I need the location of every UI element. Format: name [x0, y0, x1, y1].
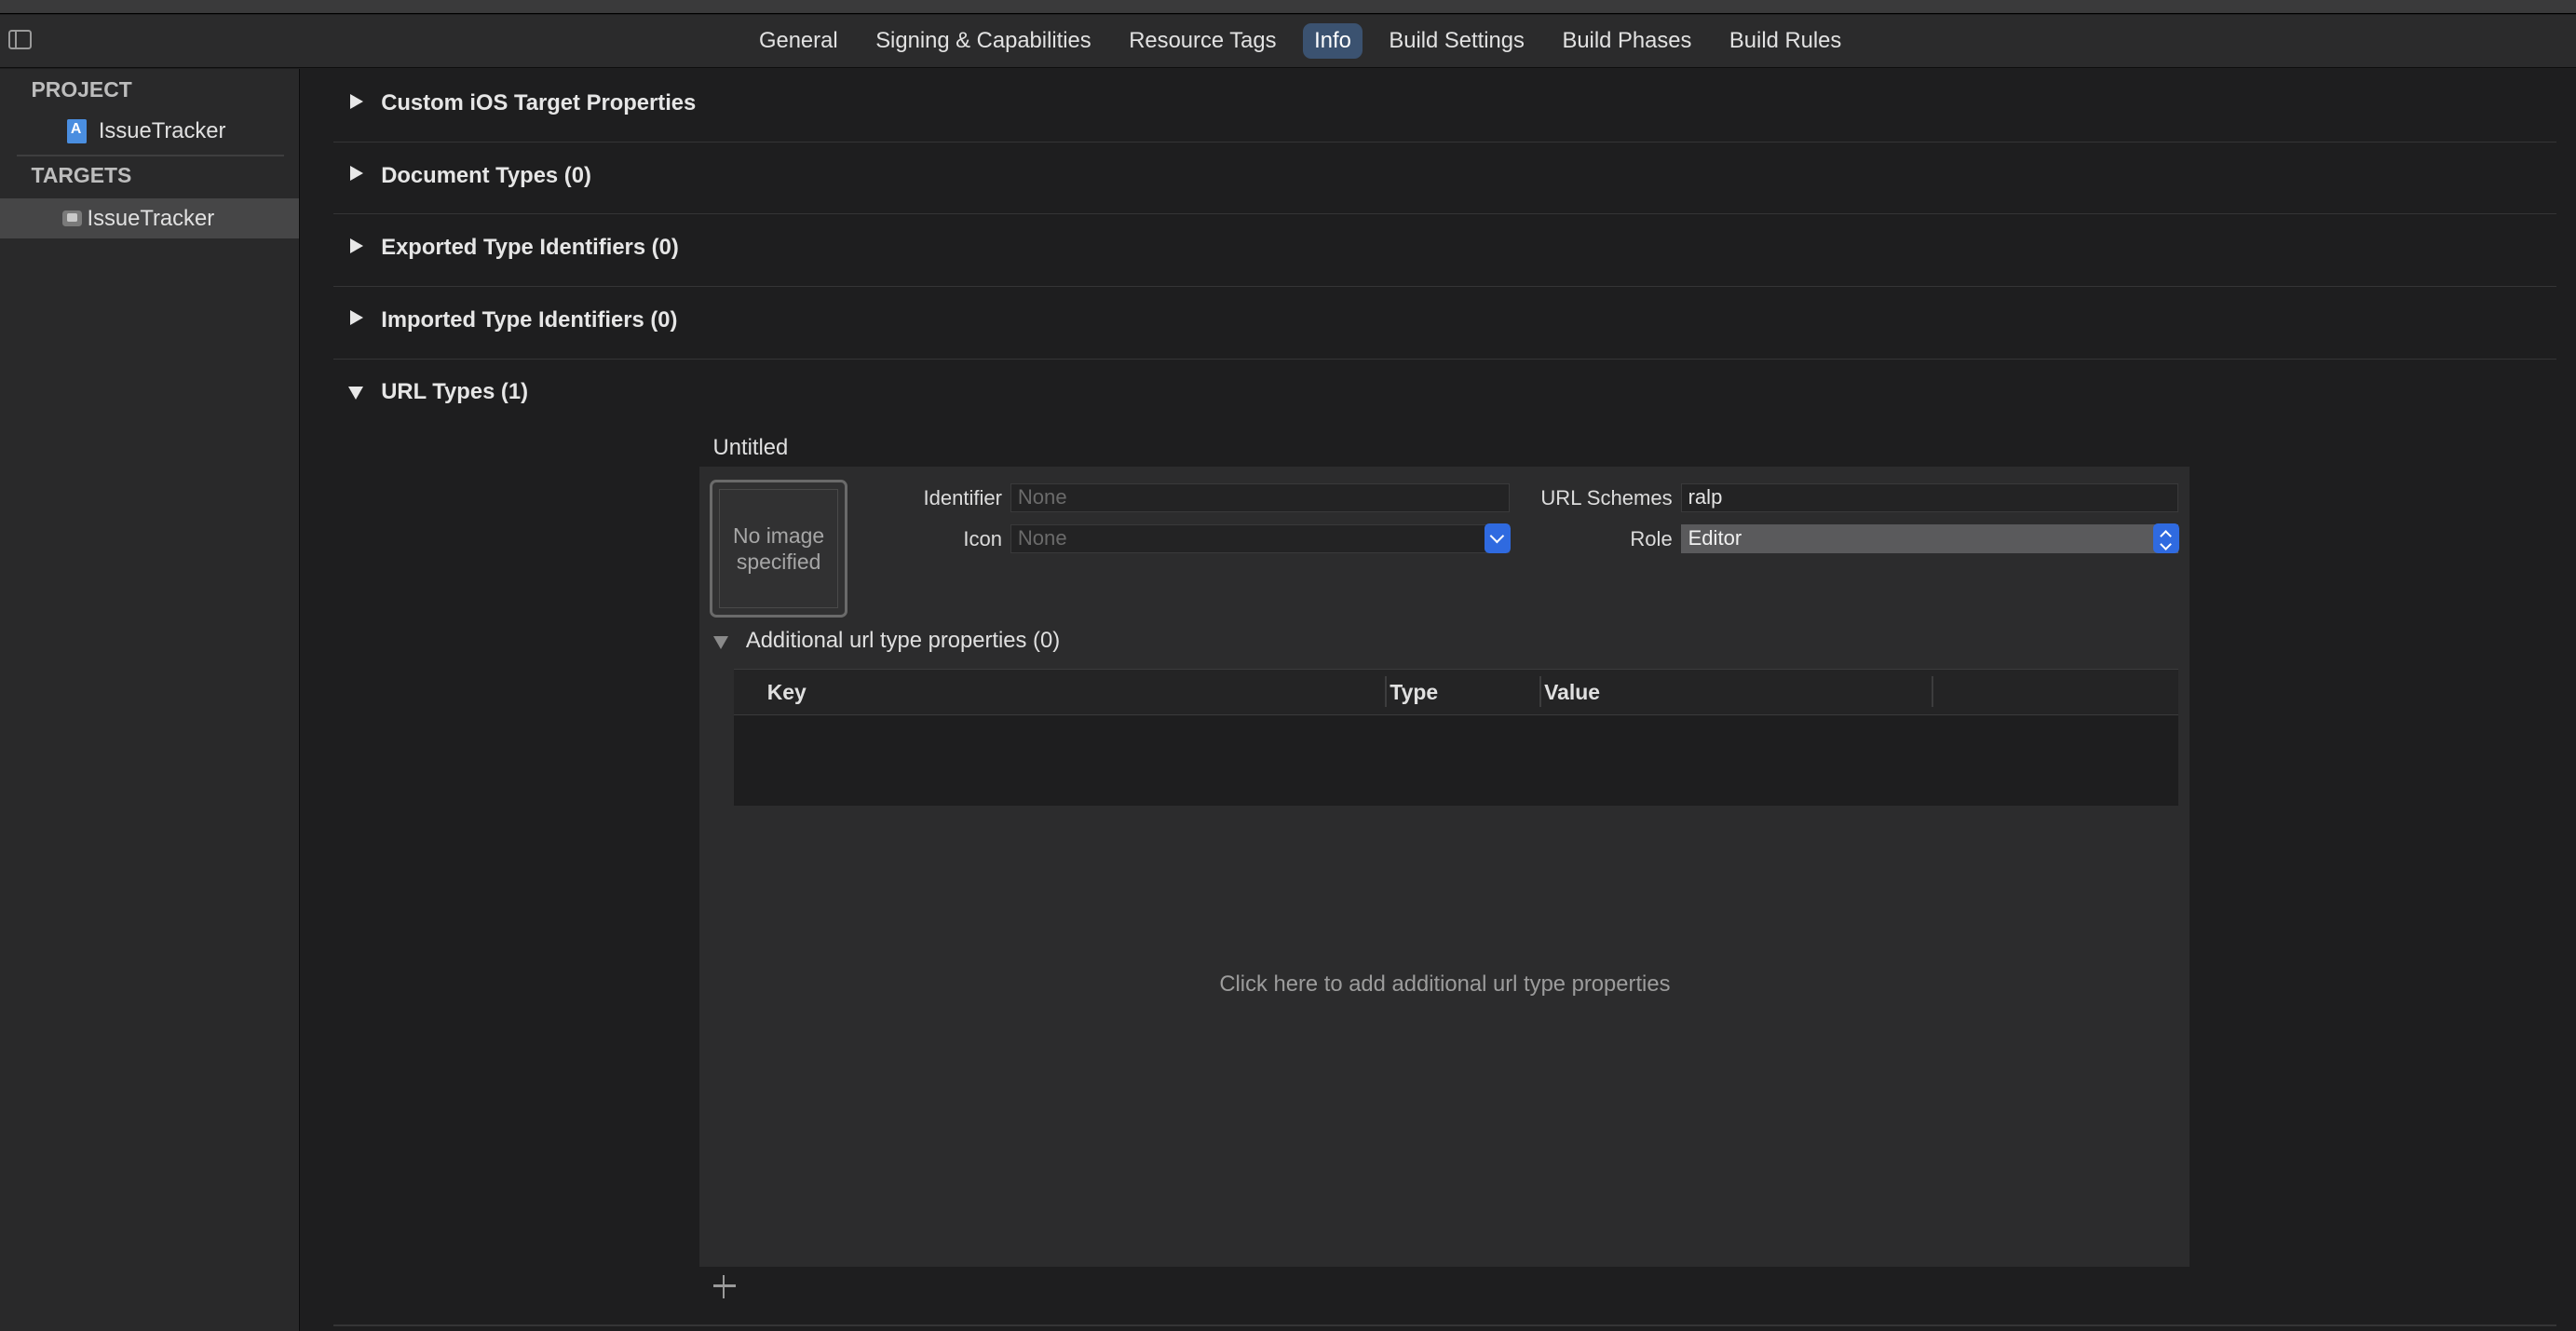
icon-select-value: None	[1017, 526, 1067, 550]
additional-properties-title[interactable]: Additional url type properties (0)	[746, 628, 1060, 654]
url-schemes-field[interactable]	[1680, 482, 2179, 513]
disclosure-down-icon[interactable]	[347, 386, 363, 400]
section-imported-type-identifiers[interactable]: Imported Type Identifiers (0)	[333, 286, 2556, 360]
column-separator[interactable]	[1932, 675, 1934, 708]
project-file-icon	[67, 118, 88, 144]
window-top-strip	[0, 0, 2576, 15]
column-separator[interactable]	[1539, 675, 1541, 708]
icon-select[interactable]: None	[1010, 523, 1511, 554]
column-separator[interactable]	[1385, 675, 1387, 708]
section-divider	[333, 1324, 2556, 1326]
disclosure-right-icon[interactable]	[349, 166, 363, 182]
section-title: Exported Type Identifiers (0)	[381, 235, 679, 261]
targets-heading: TARGETS	[31, 162, 132, 187]
sidebar-toggle-icon[interactable]	[7, 29, 32, 49]
tab-build-phases[interactable]: Build Phases	[1551, 23, 1703, 60]
tab-build-rules[interactable]: Build Rules	[1718, 23, 1853, 60]
editor-tabs: General Signing & Capabilities Resource …	[748, 22, 1868, 60]
table-header: Key Type Value	[734, 669, 2179, 715]
tab-build-settings[interactable]: Build Settings	[1377, 23, 1536, 60]
image-well[interactable]: No image specified	[710, 480, 848, 618]
tab-general[interactable]: General	[748, 23, 849, 60]
tab-signing-capabilities[interactable]: Signing & Capabilities	[864, 23, 1103, 60]
add-properties-hint[interactable]: Click here to add additional url type pr…	[699, 971, 2190, 998]
icon-label: Icon	[963, 527, 1002, 551]
disclosure-right-icon[interactable]	[349, 310, 363, 326]
section-title: Document Types (0)	[381, 162, 591, 188]
up-down-chevron-icon[interactable]	[2152, 523, 2179, 553]
sidebar-item-target[interactable]: IssueTracker	[0, 198, 300, 238]
editor-tab-bar: General Signing & Capabilities Resource …	[0, 14, 2576, 69]
xcode-window: General Signing & Capabilities Resource …	[0, 0, 2576, 1331]
column-value[interactable]: Value	[1544, 680, 1600, 705]
add-icon[interactable]	[712, 1274, 737, 1298]
role-select-value: Editor	[1688, 526, 1742, 550]
url-type-panel: No image specified Identifier Icon None …	[699, 466, 2190, 1268]
project-sidebar: PROJECT IssueTracker TARGETS IssueTracke…	[0, 69, 301, 1331]
section-custom-ios-target-properties[interactable]: Custom iOS Target Properties	[333, 69, 2556, 143]
info-editor: Custom iOS Target Properties Document Ty…	[300, 69, 2576, 1331]
section-url-types[interactable]: URL Types (1)	[333, 359, 2556, 431]
column-type[interactable]: Type	[1390, 680, 1438, 705]
section-title: Custom iOS Target Properties	[381, 90, 697, 115]
sidebar-divider	[16, 154, 285, 156]
image-placeholder-text: No image specified	[719, 489, 839, 609]
sidebar-item-label: IssueTracker	[87, 205, 215, 231]
identifier-label: Identifier	[923, 486, 1002, 510]
identifier-field[interactable]	[1010, 482, 1511, 513]
sidebar-item-label: IssueTracker	[98, 118, 226, 144]
url-type-name: Untitled	[712, 435, 789, 461]
role-select[interactable]: Editor	[1680, 523, 2179, 554]
disclosure-right-icon[interactable]	[349, 238, 363, 253]
disclosure-down-icon[interactable]	[712, 635, 728, 649]
app-target-icon	[62, 210, 83, 227]
tab-resource-tags[interactable]: Resource Tags	[1118, 23, 1288, 60]
column-key[interactable]: Key	[767, 680, 807, 705]
section-document-types[interactable]: Document Types (0)	[333, 142, 2556, 215]
disclosure-right-icon[interactable]	[349, 93, 363, 109]
project-heading: PROJECT	[31, 76, 132, 102]
chevron-down-icon[interactable]	[1484, 523, 1511, 553]
url-schemes-label: URL Schemes	[1540, 486, 1673, 510]
additional-properties-table[interactable]: Key Type Value	[734, 668, 2179, 807]
tab-info[interactable]: Info	[1302, 22, 1363, 60]
sidebar-item-project[interactable]: IssueTracker	[0, 112, 299, 151]
section-exported-type-identifiers[interactable]: Exported Type Identifiers (0)	[333, 213, 2556, 287]
role-label: Role	[1630, 527, 1673, 551]
section-title: Imported Type Identifiers (0)	[381, 306, 678, 333]
section-title: URL Types (1)	[381, 379, 528, 405]
